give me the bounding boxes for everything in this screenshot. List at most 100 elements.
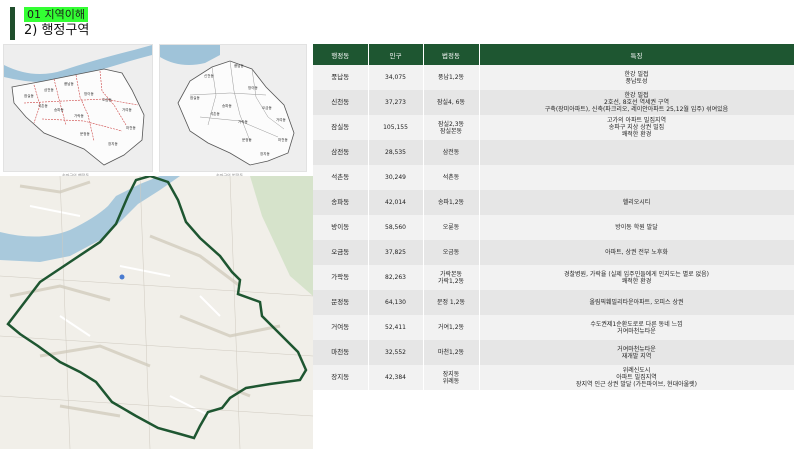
feature-line: 재개발 지역 bbox=[621, 352, 652, 360]
table-row: 가락동 82,263 가락본동 가락1,2동 경찰병원, 가락율 (실제 입주민들에게 … bbox=[313, 265, 794, 290]
map-label: 방이동 bbox=[248, 85, 258, 90]
legal-dong-line: 거여1,2동 bbox=[437, 324, 465, 331]
cell-dong: 문정동 bbox=[313, 290, 369, 315]
district-table: 행정동 인구 법정동 특징 풍납동 34,075 풍납1,2동 한강 밀접 풍납토성 신천… bbox=[313, 44, 794, 390]
legal-dong-line: 풍납1,2동 bbox=[437, 74, 465, 81]
table-row: 장지동 42,384 장지동 위례동 위례신도시 아파트 밀집지역 장지역 인근 상권 발달… bbox=[313, 365, 794, 390]
feature-line: 구축(장미아파트), 신축(파크리오, 레이안아파트 25,12월 입주) 섞여… bbox=[544, 106, 729, 113]
feature-line: 송파구 지상 상권 밀집 bbox=[608, 124, 665, 131]
cell-population: 30,249 bbox=[368, 165, 424, 190]
map-label: 오금동 bbox=[102, 98, 112, 102]
feature-line: 한강 밀접 bbox=[624, 70, 649, 78]
cell-population: 37,825 bbox=[368, 240, 424, 265]
feature-line: 풍납토성 bbox=[625, 77, 648, 85]
legal-dong-line: 잠실2,3동 bbox=[437, 120, 465, 128]
cell-legal-dong: 오륜동 bbox=[423, 215, 480, 240]
table-row: 마천동 32,552 마천1,2동 거여마천뉴타운 재개발 지역 bbox=[313, 340, 794, 365]
header-legal-dong: 법정동 bbox=[423, 44, 480, 65]
table-row: 문정동 64,130 문정 1,2동 올림픽훼밀리타운아파트, 오피스 상권 bbox=[313, 290, 794, 315]
map-label: 가락동 bbox=[74, 113, 84, 118]
map-label: 가락동 bbox=[238, 119, 248, 124]
cell-dong: 신천동 bbox=[313, 90, 369, 115]
table-row: 잠실동 105,155 잠실2,3동 잠실본동 고가의 아파트 밀집지역 송파구 지상 상… bbox=[313, 115, 794, 140]
map-label: 거여동 bbox=[276, 117, 286, 122]
map-label: 신천동 bbox=[204, 73, 214, 78]
cell-legal-dong: 송파1,2동 bbox=[423, 190, 480, 215]
table-row: 오금동 37,825 오금동 아파트, 상권 전부 노후화 bbox=[313, 240, 794, 265]
map-label: 송파동 bbox=[54, 107, 64, 112]
legal-dong-line: 송파1,2동 bbox=[437, 199, 465, 206]
cell-population: 32,552 bbox=[368, 340, 424, 365]
cell-legal-dong: 삼전동 bbox=[423, 140, 480, 165]
legal-dong-line: 오륜동 bbox=[442, 224, 460, 231]
cell-legal-dong: 풍납1,2동 bbox=[423, 65, 480, 90]
cell-features: 거여마천뉴타운 재개발 지역 bbox=[479, 340, 794, 365]
cell-features bbox=[479, 140, 794, 165]
legal-dong-line: 위례동 bbox=[442, 377, 460, 385]
map-label: 잠실동 bbox=[24, 93, 34, 98]
map-label: 석촌동 bbox=[38, 103, 48, 108]
cell-features: 경찰병원, 가락율 (실제 입주민들에게 인지도는 별로 없음) 쾌적한 환경 bbox=[479, 265, 794, 290]
header-population: 인구 bbox=[368, 44, 424, 65]
cell-population: 42,014 bbox=[368, 190, 424, 215]
cell-legal-dong: 마천1,2동 bbox=[423, 340, 480, 365]
table-row: 방이동 58,560 오륜동 방이동 학원 발달 bbox=[313, 215, 794, 240]
cell-population: 34,075 bbox=[368, 65, 424, 90]
map-label: 풍납동 bbox=[64, 81, 74, 86]
feature-line: 아파트 밀집지역 bbox=[616, 374, 657, 381]
location-pin-icon bbox=[119, 274, 125, 280]
legal-dong-line: 삼전동 bbox=[442, 149, 460, 156]
map-label: 삼전동 bbox=[44, 87, 54, 92]
cell-dong: 오금동 bbox=[313, 240, 369, 265]
feature-line: 장지역 인근 상권 발달 (가든파이브, 현대아울렛) bbox=[575, 381, 697, 388]
cell-features: 한강 밀접 2호선, 8호선 역세권 구역 구축(장미아파트), 신축(파크리오, … bbox=[479, 90, 794, 115]
feature-line: 한강 밀접 bbox=[624, 92, 649, 99]
feature-line: 고가의 아파트 밀집지역 bbox=[606, 117, 666, 124]
cell-dong: 삼전동 bbox=[313, 140, 369, 165]
feature-line: 방이동 학원 발달 bbox=[615, 224, 658, 231]
map-label: 장지동 bbox=[260, 151, 270, 156]
cell-population: 58,560 bbox=[368, 215, 424, 240]
legal-dong-line: 문정 1,2동 bbox=[436, 299, 465, 306]
cell-legal-dong: 장지동 위례동 bbox=[423, 365, 480, 390]
cell-features: 방이동 학원 발달 bbox=[479, 215, 794, 240]
cell-legal-dong: 잠실2,3동 잠실본동 bbox=[423, 115, 480, 140]
section-title: 2) 행정구역 bbox=[24, 23, 90, 38]
feature-line: 거여마천뉴타운 bbox=[617, 327, 656, 335]
legal-dong-line: 장지동 bbox=[442, 370, 460, 378]
map-label: 송파동 bbox=[222, 103, 232, 108]
feature-line: 거여마천뉴타운 bbox=[617, 345, 656, 353]
feature-line: 헬리오시티 bbox=[622, 199, 651, 206]
table-row: 풍납동 34,075 풍납1,2동 한강 밀접 풍납토성 bbox=[313, 65, 794, 90]
feature-line: 아파트, 상권 전부 노후화 bbox=[605, 249, 668, 256]
cell-dong: 풍납동 bbox=[313, 65, 369, 90]
cell-legal-dong: 문정 1,2동 bbox=[423, 290, 480, 315]
district-boundary-map bbox=[0, 176, 313, 449]
cell-dong: 잠실동 bbox=[313, 115, 369, 140]
map-label: 잠실동 bbox=[190, 95, 200, 100]
cell-population: 42,384 bbox=[368, 365, 424, 390]
cell-legal-dong: 석촌동 bbox=[423, 165, 480, 190]
cell-legal-dong: 거여1,2동 bbox=[423, 315, 480, 340]
legal-dong-line: 잠실본동 bbox=[439, 127, 463, 135]
map-label: 장지동 bbox=[108, 141, 118, 146]
cell-population: 105,155 bbox=[368, 115, 424, 140]
cell-legal-dong: 가락본동 가락1,2동 bbox=[423, 265, 480, 290]
feature-line: 쾌적한 환경 bbox=[621, 277, 652, 285]
cell-legal-dong: 오금동 bbox=[423, 240, 480, 265]
cell-legal-dong: 잠실4, 6동 bbox=[423, 90, 480, 115]
cell-dong: 송파동 bbox=[313, 190, 369, 215]
cell-features: 아파트, 상권 전부 노후화 bbox=[479, 240, 794, 265]
table-row: 석촌동 30,249 석촌동 bbox=[313, 165, 794, 190]
feature-line: 경찰병원, 가락율 (실제 입주민들에게 인지도는 별로 없음) bbox=[564, 270, 709, 278]
table-row: 신천동 37,273 잠실4, 6동 한강 밀접 2호선, 8호선 역세권 구역 구축(장… bbox=[313, 90, 794, 115]
map-label: 문정동 bbox=[242, 137, 252, 142]
map-label: 석촌동 bbox=[210, 111, 220, 116]
table-row: 삼전동 28,535 삼전동 bbox=[313, 140, 794, 165]
cell-features bbox=[479, 165, 794, 190]
cell-population: 64,130 bbox=[368, 290, 424, 315]
cell-population: 52,411 bbox=[368, 315, 424, 340]
feature-line: 쾌적한 환경 bbox=[621, 131, 652, 138]
cell-population: 37,273 bbox=[368, 90, 424, 115]
legal-dong-line: 가락본동 bbox=[439, 270, 463, 278]
